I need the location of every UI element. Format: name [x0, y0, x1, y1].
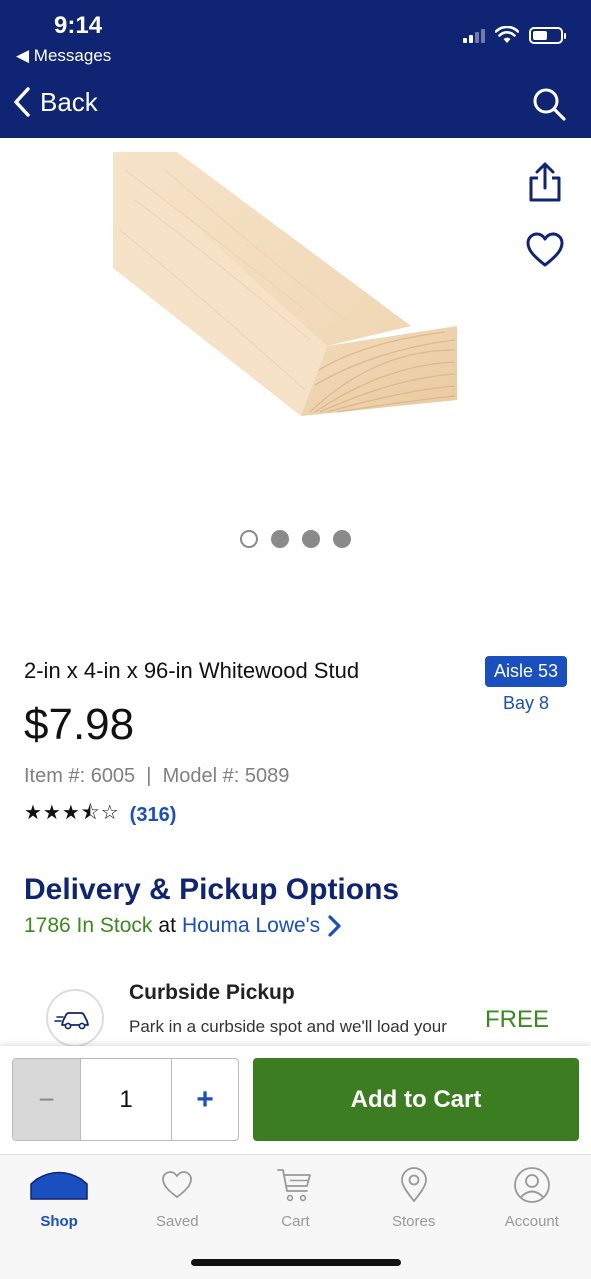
aisle-badge: Aisle 53: [485, 656, 567, 687]
gallery-dot-2[interactable]: [271, 530, 289, 548]
home-indicator[interactable]: [191, 1259, 401, 1266]
curbside-price: FREE: [485, 1006, 550, 1033]
bay-label: Bay 8: [502, 693, 550, 713]
quantity-stepper: − 1 +: [12, 1058, 239, 1141]
gallery-dot-1[interactable]: [240, 530, 258, 548]
heart-icon: [161, 1167, 193, 1203]
rating-stars-icon: ★★★⯪☆: [24, 800, 120, 824]
delivery-section-title: Delivery & Pickup Options: [24, 873, 400, 906]
stock-at-label: at: [158, 914, 176, 937]
product-rating[interactable]: ★★★⯪☆ (316): [24, 798, 176, 832]
store-link[interactable]: Houma Lowe's: [182, 914, 320, 938]
status-back-to-messages[interactable]: ◀ Messages: [16, 46, 111, 66]
share-icon: [529, 162, 561, 202]
tab-shop[interactable]: Shop: [0, 1155, 118, 1279]
product-image: [113, 152, 457, 416]
user-icon: [513, 1167, 551, 1203]
search-button[interactable]: [531, 86, 567, 127]
quantity-decrease-button[interactable]: −: [13, 1059, 81, 1140]
product-gallery[interactable]: [0, 138, 591, 558]
tab-cart-label: Cart: [281, 1213, 310, 1230]
product-price: $7.98: [24, 700, 135, 749]
back-button[interactable]: Back: [12, 86, 98, 118]
top-bar: 9:14 ◀ Messages Back: [0, 0, 591, 138]
gallery-pagination: [240, 530, 351, 548]
tab-shop-label: Shop: [40, 1213, 78, 1230]
item-model-numbers: Item #: 6005 | Model #: 5089: [24, 765, 290, 787]
add-to-cart-button[interactable]: Add to Cart: [253, 1058, 579, 1141]
status-icons: [463, 26, 566, 44]
tab-account[interactable]: Account: [473, 1155, 591, 1279]
tab-saved-label: Saved: [156, 1213, 199, 1230]
add-to-cart-bar: − 1 + Add to Cart: [0, 1046, 591, 1154]
curbside-car-icon: [46, 989, 104, 1047]
back-label: Back: [40, 86, 98, 117]
search-icon: [533, 88, 566, 121]
shop-icon: [29, 1167, 89, 1203]
wifi-icon: [495, 26, 519, 43]
cellular-signal-icon: [463, 27, 485, 43]
gallery-dot-4[interactable]: [333, 530, 351, 548]
chevron-left-icon: [14, 87, 30, 117]
stock-line: 1786 In Stock at Houma Lowe's: [24, 914, 342, 938]
product-title: 2-in x 4-in x 96-in Whitewood Stud: [24, 658, 360, 683]
favorite-button[interactable]: [526, 232, 564, 273]
quantity-value[interactable]: 1: [81, 1059, 172, 1140]
review-count-link[interactable]: (316): [130, 804, 177, 827]
location-pin-icon: [400, 1167, 428, 1203]
tab-account-label: Account: [504, 1213, 559, 1230]
gallery-dot-3[interactable]: [302, 530, 320, 548]
curbside-pickup-description: Park in a curbside spot and we'll load y…: [129, 1017, 447, 1046]
quantity-increase-button[interactable]: +: [172, 1059, 238, 1140]
battery-icon: [529, 26, 566, 44]
heart-icon: [526, 232, 564, 267]
tab-stores-label: Stores: [391, 1213, 436, 1230]
in-stock-count: 1786 In Stock: [24, 914, 153, 937]
cart-icon: [276, 1167, 314, 1203]
chevron-right-icon[interactable]: [326, 914, 342, 938]
share-button[interactable]: [526, 162, 564, 209]
status-time: 9:14: [54, 12, 103, 39]
curbside-pickup-title: Curbside Pickup: [129, 981, 295, 1004]
